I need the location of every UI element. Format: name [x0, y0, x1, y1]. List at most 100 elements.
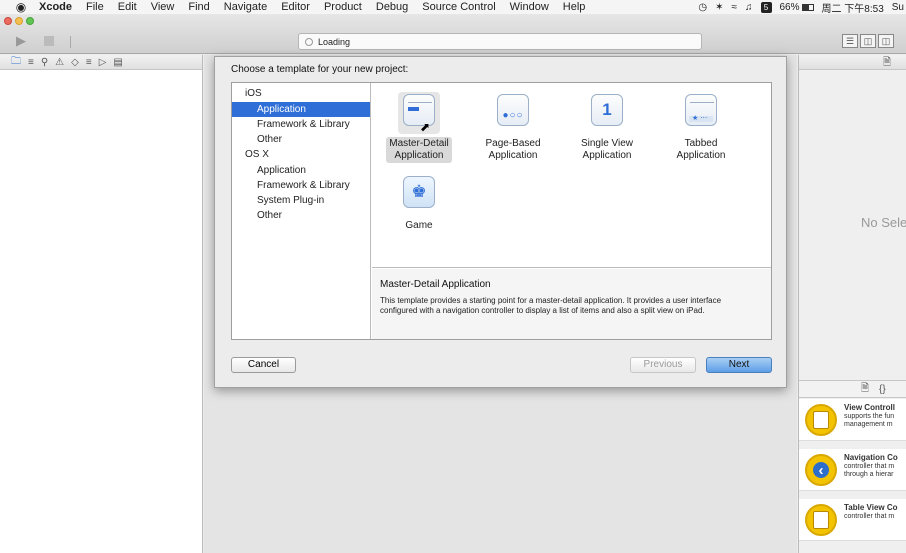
editor-mode-icon[interactable]: ☰: [842, 34, 858, 48]
category-osx-framework-library[interactable]: Framework & Library: [232, 178, 370, 193]
previous-button[interactable]: Previous: [630, 357, 696, 373]
mouse-pointer-icon: ⬈: [420, 120, 431, 134]
description-title: Master-Detail Application: [380, 279, 491, 290]
next-button[interactable]: Next: [706, 357, 772, 373]
template-single-view[interactable]: 1 Single View Application: [560, 92, 654, 163]
category-osx-other[interactable]: Other: [232, 208, 370, 223]
category-osx-application[interactable]: Application: [232, 163, 370, 178]
template-chooser-sheet: Choose a template for your new project: …: [214, 56, 787, 388]
template-label: Single View Application: [578, 137, 636, 163]
project-navigator-icon[interactable]: 🗀: [11, 55, 21, 69]
library-item-desc: controller that m: [844, 463, 895, 470]
template-label: Master-Detail Application: [386, 137, 452, 163]
zoom-window-button[interactable]: [26, 17, 34, 25]
category-osx-system-plugin[interactable]: System Plug-in: [232, 193, 370, 208]
menu-bar: ◉ Xcode File Edit View Find Navigate Edi…: [0, 0, 906, 14]
clock[interactable]: 周二 下午8:53: [822, 0, 884, 15]
app-status-icon[interactable]: 5: [760, 1, 772, 13]
issue-navigator-icon[interactable]: ⚠: [55, 57, 64, 68]
library-selector-bar: 🗎 {}: [799, 380, 906, 398]
template-label-line: Master-Detail: [389, 138, 449, 149]
spinner-icon: [305, 37, 313, 46]
breakpoint-navigator-icon[interactable]: ▷: [99, 57, 107, 68]
battery-indicator[interactable]: 66%: [780, 2, 814, 13]
menu-product[interactable]: Product: [317, 1, 369, 13]
test-navigator-icon[interactable]: ◇: [71, 57, 79, 68]
template-label-line: Application: [676, 150, 726, 161]
template-icon-frame: ♚: [398, 174, 440, 216]
template-game[interactable]: ♚ Game: [372, 174, 466, 233]
library-item-text: Table View Co controller that m: [844, 504, 898, 540]
library-item[interactable]: Table View Co controller that m: [799, 499, 906, 541]
template-label-line: Tabbed: [684, 138, 718, 149]
utilities-toggle-icon[interactable]: ◫: [878, 34, 894, 48]
library-item-title: Navigation Co: [844, 453, 898, 462]
navigator-pane: 🗀 ≡ ⚲ ⚠ ◇ ≡ ▷ ▤: [0, 55, 203, 553]
single-view-icon: 1: [591, 94, 623, 126]
template-icon-frame: ★ ⋯: [680, 92, 722, 134]
menu-edit[interactable]: Edit: [111, 1, 144, 13]
apple-menu-icon[interactable]: ◉: [10, 0, 32, 14]
user-menu[interactable]: Su: [892, 2, 904, 13]
library-item-text: View Controll supports the fun managemen…: [844, 404, 895, 440]
template-label: Game: [402, 219, 435, 233]
category-ios-framework-library[interactable]: Framework & Library: [232, 117, 370, 132]
navigator-selector-bar: 🗀 ≡ ⚲ ⚠ ◇ ≡ ▷ ▤: [0, 55, 202, 70]
no-selection-label: No Sele: [861, 215, 906, 230]
library-item[interactable]: View Controll supports the fun managemen…: [799, 399, 906, 441]
library-item[interactable]: ‹ Navigation Co controller that m throug…: [799, 449, 906, 491]
wifi-icon[interactable]: ≈: [732, 2, 738, 13]
template-page-based[interactable]: ●○○ Page-Based Application: [466, 92, 560, 163]
minimize-window-button[interactable]: [15, 17, 23, 25]
template-grid: Master-Detail Application ⬈ ●○○ Page-Base…: [372, 83, 771, 268]
symbol-navigator-icon[interactable]: ≡: [28, 57, 34, 68]
cancel-button[interactable]: Cancel: [231, 357, 296, 373]
template-label-line: Application: [582, 150, 632, 161]
view-toggle-group: ☰ ◫ ◫: [842, 34, 894, 48]
close-window-button[interactable]: [4, 17, 12, 25]
description-body: This template provides a starting point …: [380, 296, 722, 315]
file-inspector-icon[interactable]: 🗎: [883, 57, 891, 68]
menu-window[interactable]: Window: [503, 1, 556, 13]
template-panel: iOS Application Framework & Library Othe…: [231, 82, 772, 340]
template-label: Page-Based Application: [482, 137, 543, 163]
navigator-toggle-icon[interactable]: ◫: [860, 34, 876, 48]
menu-file[interactable]: File: [79, 1, 111, 13]
volume-icon[interactable]: ♫: [745, 2, 753, 13]
time-machine-icon[interactable]: ◷: [698, 2, 707, 13]
file-template-icon[interactable]: 🗎: [861, 381, 869, 398]
menu-source-control[interactable]: Source Control: [415, 1, 502, 13]
menu-debug[interactable]: Debug: [369, 1, 415, 13]
template-label-line: Single View: [580, 138, 634, 149]
menu-xcode[interactable]: Xcode: [32, 1, 79, 13]
window-toolbar: ▶ Loading ☰ ◫ ◫: [0, 14, 906, 54]
bluetooth-icon[interactable]: ✶: [715, 2, 723, 13]
library-item-desc: through a hierar: [844, 471, 894, 478]
template-label-line: Application: [394, 150, 444, 161]
battery-percent: 66%: [779, 1, 800, 13]
category-ios-other[interactable]: Other: [232, 132, 370, 147]
game-icon: ♚: [403, 176, 435, 208]
template-tabbed[interactable]: ★ ⋯ Tabbed Application: [654, 92, 748, 163]
single-view-glyph: 1: [602, 100, 612, 119]
search-icon[interactable]: ⚲: [41, 57, 48, 68]
stop-icon[interactable]: [44, 36, 54, 46]
menu-navigate[interactable]: Navigate: [217, 1, 274, 13]
battery-icon: [801, 3, 814, 11]
menu-find[interactable]: Find: [181, 1, 216, 13]
template-label-line: Application: [488, 150, 538, 161]
log-navigator-icon[interactable]: ▤: [113, 57, 122, 68]
code-snippet-icon[interactable]: {}: [879, 384, 886, 395]
run-icon[interactable]: ▶: [16, 33, 26, 49]
debug-navigator-icon[interactable]: ≡: [86, 57, 92, 68]
menu-editor[interactable]: Editor: [274, 1, 317, 13]
view-controller-icon: [805, 404, 837, 436]
template-label-line: Game: [405, 220, 433, 231]
menu-help[interactable]: Help: [556, 1, 593, 13]
master-detail-icon: [403, 94, 435, 126]
template-master-detail[interactable]: Master-Detail Application ⬈: [372, 92, 466, 163]
status-area: ◷ ✶ ≈ ♫ 5 66% 周二 下午8:53 Su: [698, 0, 906, 14]
category-ios-application[interactable]: Application: [232, 102, 370, 117]
menu-view[interactable]: View: [144, 1, 182, 13]
window-controls: [4, 17, 34, 25]
